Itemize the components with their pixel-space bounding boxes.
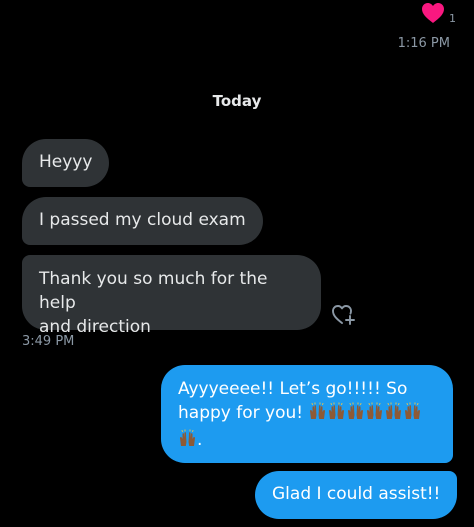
raising-hands-emoji-group bbox=[308, 402, 422, 423]
raising-hands-icon bbox=[365, 402, 384, 428]
add-reaction-button[interactable] bbox=[331, 303, 357, 331]
reaction-count: 1 bbox=[449, 11, 456, 25]
raising-hands-icon bbox=[178, 429, 197, 455]
outgoing-message[interactable]: Glad I could assist!! bbox=[255, 471, 458, 519]
message-timestamp: 1:16 PM bbox=[397, 36, 450, 51]
incoming-message[interactable]: Thank you so much for the help and direc… bbox=[22, 255, 321, 337]
day-divider: Today bbox=[212, 92, 262, 110]
incoming-message[interactable]: Heyyy bbox=[22, 139, 110, 187]
raising-hands-icon bbox=[346, 402, 365, 428]
raising-hands-icon bbox=[384, 402, 403, 428]
message-timestamp: 3:49 PM bbox=[22, 334, 75, 349]
message-text: Ayyyeeee!! Let’s go!!!!! So bbox=[178, 379, 408, 399]
raising-hands-icon bbox=[308, 402, 327, 428]
message-reaction[interactable]: 1 bbox=[421, 2, 456, 28]
message-text: . bbox=[197, 430, 203, 450]
heart-icon bbox=[421, 2, 445, 28]
incoming-message[interactable]: I passed my cloud exam bbox=[22, 197, 263, 245]
raising-hands-icon bbox=[327, 402, 346, 428]
message-text: happy for you! bbox=[178, 403, 304, 423]
raising-hands-icon bbox=[403, 402, 422, 428]
heart-plus-icon bbox=[331, 305, 357, 331]
raising-hands-emoji-group bbox=[178, 429, 197, 450]
outgoing-message[interactable]: Ayyyeeee!! Let’s go!!!!! So happy for yo… bbox=[161, 365, 453, 463]
